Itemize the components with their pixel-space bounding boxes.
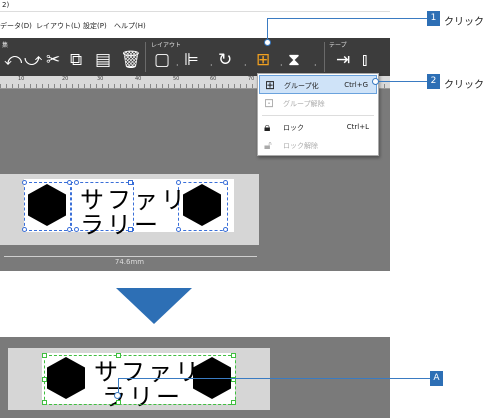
resize-handle[interactable]	[128, 180, 133, 185]
callout-1-text: クリック	[444, 17, 484, 28]
resize-handle[interactable]	[176, 227, 181, 232]
ribbon-toolbar: 集 レイアウト テープ ⤺ ⤻ ✂ ⧉ ▤ 🗑 ▢ · ⊫ · ↻ · ⊞ · …	[0, 38, 390, 76]
label-text-line2[interactable]: ラリー	[80, 205, 161, 240]
flip-icon[interactable]: ⧗	[288, 50, 300, 70]
group-label-edit: 集	[2, 42, 9, 49]
resize-handle[interactable]	[42, 377, 47, 382]
group-label-tape: テープ	[329, 42, 347, 49]
ruler-tick-label: 40	[135, 76, 142, 82]
resize-handle[interactable]	[176, 180, 181, 185]
down-arrow-icon	[116, 288, 192, 324]
menu-item-settings[interactable]: 設定(P)	[83, 21, 107, 31]
tape-cut-icon[interactable]: ⫾	[362, 50, 367, 70]
menu-item-label: グループ解除	[283, 100, 325, 108]
callout-a-line	[118, 378, 430, 379]
group-selection-box	[44, 355, 236, 405]
delete-icon[interactable]: 🗑	[120, 50, 142, 70]
menu-item-group[interactable]: ⊞ グループ化 Ctrl+G	[259, 75, 377, 94]
callout-badge-a: A	[430, 371, 443, 386]
menu-item-lock[interactable]: 🔒︎ ロック Ctrl+L	[259, 118, 377, 137]
rotate-icon[interactable]: ↻	[218, 50, 232, 70]
resize-handle[interactable]	[74, 227, 79, 232]
menu-item-label: グループ化	[284, 82, 319, 90]
menu-item-unlock[interactable]: 🔓︎ ロック解除	[259, 136, 377, 155]
window-title: 2)	[0, 0, 390, 12]
label-length: 74.6mm	[114, 258, 145, 266]
callout-1-anchor	[264, 39, 271, 46]
paste-icon[interactable]: ▤	[95, 50, 111, 70]
ribbon-divider	[145, 42, 146, 72]
ruler-tick-label: 10	[18, 76, 25, 82]
tape-feed-icon[interactable]: ⇥	[336, 50, 350, 70]
callout-2-text: クリック	[444, 80, 484, 91]
lock-icon: 🔒︎	[264, 120, 271, 134]
menu-item-shortcut: Ctrl+L	[346, 123, 369, 131]
ruler-tick-label: 30	[97, 76, 104, 82]
chevron-down-icon[interactable]: ·	[210, 56, 213, 76]
align-icon[interactable]: ⊫	[184, 50, 199, 70]
chevron-down-icon[interactable]: ·	[176, 56, 179, 76]
copy-icon[interactable]: ⧉	[70, 50, 82, 70]
callout-a-line	[118, 378, 119, 393]
callout-badge-2: 2	[427, 74, 440, 89]
resize-handle[interactable]	[223, 227, 228, 232]
chevron-down-icon[interactable]: ·	[244, 56, 247, 76]
resize-handle[interactable]	[22, 180, 27, 185]
group-label-layout: レイアウト	[151, 42, 182, 49]
callout-2-line	[378, 81, 427, 82]
resize-handle[interactable]	[223, 180, 228, 185]
ungroup-icon: ⊡	[264, 96, 275, 110]
resize-handle[interactable]	[74, 180, 79, 185]
resize-handle[interactable]	[128, 227, 133, 232]
callout-1-line	[267, 18, 268, 40]
menu-item-data[interactable]: データ(D)	[0, 21, 32, 31]
frame-icon[interactable]: ▢	[154, 50, 170, 70]
window-title-text: 2)	[2, 1, 10, 9]
resize-handle[interactable]	[231, 400, 236, 405]
length-indicator-line	[4, 256, 257, 257]
ruler-tick-label: 20	[62, 76, 69, 82]
menu-item-ungroup[interactable]: ⊡ グループ解除	[259, 94, 377, 113]
resize-handle[interactable]	[116, 400, 121, 405]
menu-item-label: ロック	[283, 124, 304, 132]
callout-1-line	[267, 18, 427, 19]
group-dropdown-menu: ⊞ グループ化 Ctrl+G ⊡ グループ解除 🔒︎ ロック Ctrl+L 🔓︎…	[257, 73, 379, 156]
resize-handle[interactable]	[22, 227, 27, 232]
menu-item-label: ロック解除	[283, 142, 318, 150]
callout-badge-1: 1	[427, 11, 440, 26]
selection-box-left-hexagon	[24, 182, 72, 231]
menu-divider	[262, 115, 374, 116]
resize-handle[interactable]	[42, 353, 47, 358]
menu-item-shortcut: Ctrl+G	[344, 81, 368, 89]
callout-a-anchor	[114, 392, 121, 399]
group-icon: ⊞	[265, 78, 276, 92]
redo-icon[interactable]: ⤻	[24, 50, 42, 70]
group-icon[interactable]: ⊞	[256, 50, 270, 70]
resize-handle[interactable]	[231, 353, 236, 358]
resize-handle[interactable]	[67, 227, 72, 232]
unlock-icon: 🔓︎	[264, 138, 272, 152]
menu-item-layout[interactable]: レイアウト(L)	[36, 21, 80, 31]
cut-icon[interactable]: ✂	[46, 50, 60, 70]
resize-handle[interactable]	[42, 400, 47, 405]
ruler-tick-label: 70	[248, 76, 255, 82]
ruler-tick-label: 50	[173, 76, 180, 82]
undo-icon[interactable]: ⤺	[4, 50, 22, 70]
ribbon-divider	[324, 42, 325, 72]
resize-handle[interactable]	[116, 353, 121, 358]
menu-item-help[interactable]: ヘルプ(H)	[114, 21, 146, 31]
ruler-tick-label: 60	[210, 76, 217, 82]
resize-handle[interactable]	[67, 180, 72, 185]
menu-bar: データ(D) レイアウト(L) 設定(P) ヘルプ(H)	[0, 12, 390, 38]
